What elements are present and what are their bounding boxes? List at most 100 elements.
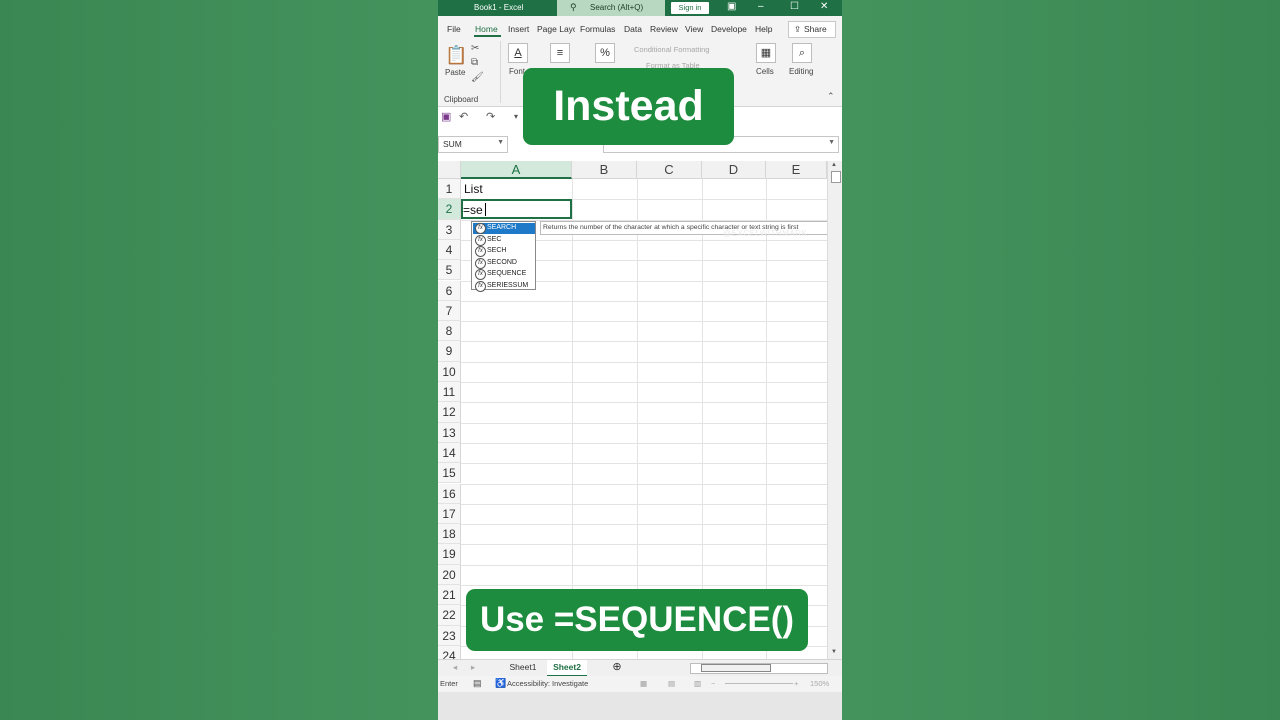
row-header[interactable]: 1 bbox=[438, 179, 461, 200]
undo-icon[interactable]: ↶ bbox=[459, 110, 468, 123]
next-sheet-icon[interactable]: ▸ bbox=[468, 660, 478, 675]
alignment-icon[interactable]: ≡ bbox=[550, 43, 570, 63]
share-label: Share bbox=[804, 24, 827, 34]
macro-record-icon[interactable]: ▤ bbox=[473, 678, 482, 689]
autocomplete-item-seriessum[interactable]: fx SERIESSUM bbox=[473, 280, 535, 292]
copy-icon[interactable]: ⧉ bbox=[471, 57, 478, 68]
vertical-scrollbar[interactable]: ▲ ▼ bbox=[827, 161, 842, 659]
close-icon[interactable]: ✕ bbox=[820, 1, 828, 12]
tab-developer[interactable]: Develope bbox=[711, 24, 747, 34]
cut-icon[interactable]: ✂ bbox=[471, 43, 479, 54]
scroll-down-icon[interactable]: ▼ bbox=[831, 649, 837, 655]
autocomplete-item-sequence[interactable]: fx SEQUENCE bbox=[473, 269, 535, 280]
ribbon-display-icon[interactable]: ▣ bbox=[727, 1, 736, 12]
autocomplete-item-sec[interactable]: fx SEC bbox=[473, 234, 535, 246]
zoom-in-icon[interactable]: + bbox=[794, 679, 798, 688]
select-all-corner[interactable] bbox=[438, 161, 461, 179]
column-gridline bbox=[766, 179, 767, 659]
column-header-d[interactable]: D bbox=[702, 161, 766, 179]
tab-review[interactable]: Review bbox=[650, 24, 678, 34]
cell-a1[interactable]: List bbox=[464, 182, 483, 196]
add-sheet-icon[interactable]: ⊕ bbox=[610, 660, 624, 675]
conditional-formatting-button[interactable]: Conditional Formatting bbox=[634, 45, 709, 54]
row-header[interactable]: 3 bbox=[438, 219, 461, 240]
row-header[interactable]: 17 bbox=[438, 503, 461, 525]
row-header[interactable]: 19 bbox=[438, 544, 461, 565]
row-header[interactable]: 22 bbox=[438, 605, 461, 626]
row-header[interactable]: 23 bbox=[438, 625, 461, 646]
scroll-up-icon[interactable]: ▲ bbox=[831, 162, 837, 168]
row-header[interactable]: 20 bbox=[438, 564, 461, 585]
tab-page-layout[interactable]: Page Layo bbox=[537, 24, 575, 34]
accessibility-status[interactable]: Accessibility: Investigate bbox=[507, 679, 588, 688]
zoom-out-icon[interactable]: − bbox=[711, 679, 715, 688]
row-header[interactable]: 9 bbox=[438, 341, 461, 362]
redo-icon[interactable]: ↷ bbox=[486, 110, 495, 123]
page-break-view-icon[interactable]: ▥ bbox=[694, 679, 701, 688]
zoom-level[interactable]: 150% bbox=[810, 679, 829, 688]
row-header[interactable]: 11 bbox=[438, 382, 461, 403]
column-gridline bbox=[572, 179, 573, 659]
prev-sheet-icon[interactable]: ◂ bbox=[450, 660, 460, 675]
sheet-tab-sheet1[interactable]: Sheet1 bbox=[504, 660, 542, 675]
horizontal-scrollbar[interactable] bbox=[690, 663, 828, 674]
expand-formula-icon[interactable]: ▼ bbox=[828, 139, 835, 146]
search-box[interactable]: ⚲ Search (Alt+Q) bbox=[557, 0, 665, 16]
format-painter-icon[interactable]: 🖌 bbox=[471, 72, 484, 83]
normal-view-icon[interactable]: ▦ bbox=[640, 679, 647, 688]
collapse-ribbon-icon[interactable]: ⌃ bbox=[827, 91, 835, 102]
tab-file[interactable]: File bbox=[447, 24, 461, 34]
row-header[interactable]: 10 bbox=[438, 361, 461, 382]
row-header[interactable]: 7 bbox=[438, 300, 461, 322]
row-header[interactable]: 16 bbox=[438, 483, 461, 504]
row-header[interactable]: 21 bbox=[438, 585, 461, 606]
row-header[interactable]: 15 bbox=[438, 463, 461, 484]
autocomplete-item-search[interactable]: fx SEARCH bbox=[473, 223, 535, 234]
tab-home[interactable]: Home bbox=[475, 24, 498, 34]
number-format-icon[interactable]: % bbox=[595, 43, 615, 63]
editing-icon[interactable]: ⌕ bbox=[792, 43, 812, 63]
tab-view[interactable]: View bbox=[685, 24, 703, 34]
row-header[interactable]: 8 bbox=[438, 321, 461, 342]
row-header[interactable]: 13 bbox=[438, 422, 461, 443]
autocomplete-list[interactable]: fx SEARCH fx SEC fx SECH fx SECOND fx SEQUENC… bbox=[471, 221, 536, 292]
autocomplete-item-second[interactable]: fx SECOND bbox=[473, 257, 535, 269]
cells-icon[interactable]: ▦ bbox=[756, 43, 776, 63]
editing-label[interactable]: Editing bbox=[789, 67, 813, 76]
name-box[interactable]: SUM ▼ bbox=[438, 136, 508, 153]
cells-label[interactable]: Cells bbox=[756, 67, 774, 76]
worksheet-grid[interactable]: A B C D E 1 2 3 4 5 6 7 8 9 10 11 12 13 14 15 16 17 18 19 2… bbox=[438, 161, 842, 668]
save-icon[interactable]: ▣ bbox=[441, 110, 451, 123]
zoom-slider[interactable] bbox=[725, 683, 793, 684]
customize-toolbar-icon[interactable]: ▾ bbox=[514, 112, 518, 121]
paste-icon[interactable]: 📋 bbox=[445, 45, 467, 66]
maximize-icon[interactable]: ☐ bbox=[790, 1, 799, 12]
column-header-a[interactable]: A bbox=[461, 161, 572, 179]
accessibility-icon[interactable]: ♿ bbox=[495, 678, 506, 689]
row-header[interactable]: 5 bbox=[438, 260, 461, 281]
row-header[interactable]: 12 bbox=[438, 402, 461, 423]
function-icon: fx bbox=[475, 269, 486, 280]
tab-formulas[interactable]: Formulas bbox=[580, 24, 615, 34]
column-header-c[interactable]: C bbox=[637, 161, 702, 179]
scroll-thumb[interactable] bbox=[831, 171, 841, 183]
font-icon[interactable]: A bbox=[508, 43, 528, 63]
minimize-icon[interactable]: – bbox=[758, 1, 764, 12]
autocomplete-item-sech[interactable]: fx SECH bbox=[473, 246, 535, 257]
row-header[interactable]: 14 bbox=[438, 442, 461, 464]
sheet-tab-sheet2[interactable]: Sheet2 bbox=[547, 660, 587, 677]
sign-in-button[interactable]: Sign in bbox=[671, 2, 709, 14]
horizontal-scroll-thumb[interactable] bbox=[701, 664, 771, 672]
row-header[interactable]: 2 bbox=[438, 199, 461, 220]
row-header[interactable]: 18 bbox=[438, 524, 461, 545]
row-header[interactable]: 4 bbox=[438, 239, 461, 261]
row-header[interactable]: 6 bbox=[438, 280, 461, 301]
paste-label[interactable]: Paste bbox=[445, 68, 465, 77]
column-header-b[interactable]: B bbox=[572, 161, 637, 179]
tab-insert[interactable]: Insert bbox=[508, 24, 529, 34]
share-button[interactable]: ⇪ Share bbox=[788, 21, 836, 38]
page-layout-view-icon[interactable]: ▤ bbox=[668, 679, 675, 688]
tab-help[interactable]: Help bbox=[755, 24, 772, 34]
column-header-e[interactable]: E bbox=[766, 161, 827, 179]
tab-data[interactable]: Data bbox=[624, 24, 642, 34]
